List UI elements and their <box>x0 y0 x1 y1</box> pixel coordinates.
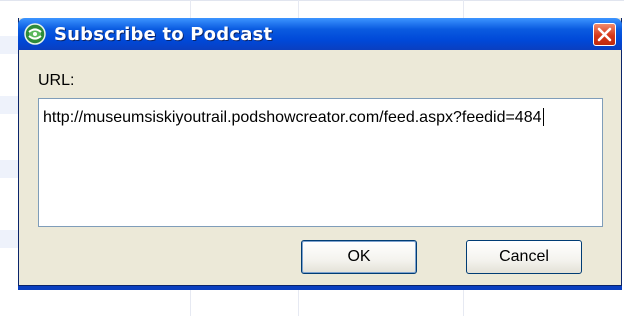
close-icon <box>597 27 612 42</box>
ok-button[interactable]: OK <box>301 240 417 274</box>
url-input-value: http://museumsiskiyoutrail.podshowcreato… <box>43 109 542 126</box>
background-row <box>0 36 18 54</box>
background-row <box>0 96 18 114</box>
title-bar[interactable]: Subscribe to Podcast <box>18 18 622 50</box>
podcast-globe-icon <box>24 23 46 45</box>
close-button[interactable] <box>593 23 616 46</box>
text-caret <box>542 108 544 126</box>
background-border <box>0 0 624 1</box>
background-row <box>0 230 18 248</box>
background-row <box>0 160 18 178</box>
cancel-button[interactable]: Cancel <box>466 240 582 274</box>
dialog-title: Subscribe to Podcast <box>54 24 273 45</box>
window-bottom-border <box>18 286 622 290</box>
url-input[interactable]: http://museumsiskiyoutrail.podshowcreato… <box>38 98 603 227</box>
url-label: URL: <box>38 72 75 89</box>
